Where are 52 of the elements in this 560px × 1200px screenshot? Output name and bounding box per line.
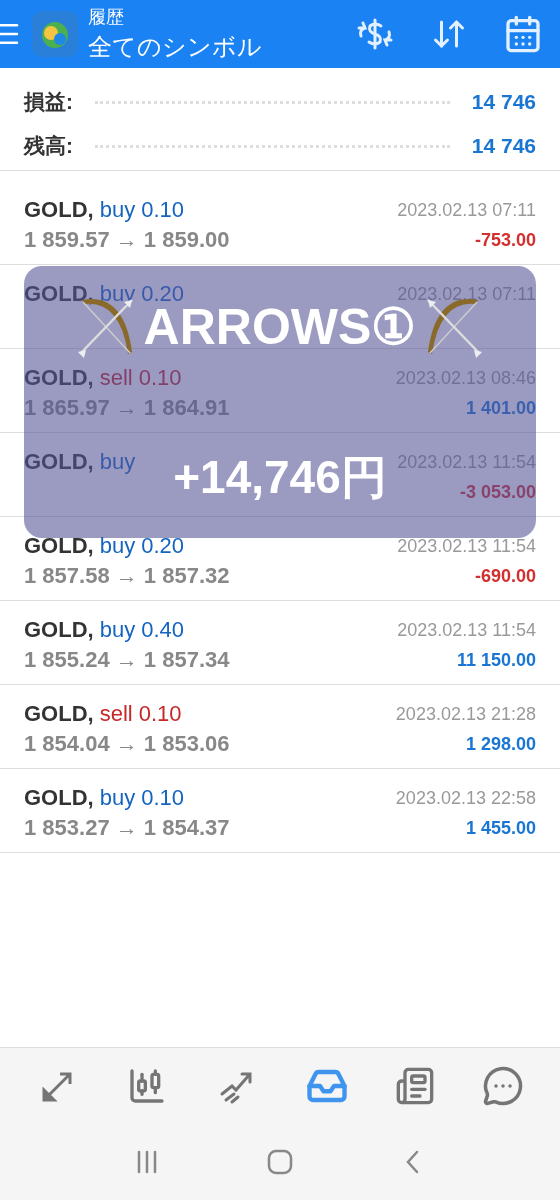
summary-label: 残高:	[24, 133, 73, 159]
deal-prices: 1 857.58 → 1 857.32	[24, 563, 230, 589]
deal-profit: -690.00	[474, 565, 536, 588]
deal-time: 2023.02.13 11:54	[397, 535, 536, 558]
deal-symbol: GOLD,	[24, 449, 94, 475]
deal-profit: 1 455.00	[465, 817, 536, 840]
deal-side: sell	[99, 701, 133, 727]
deal-time: 2023.02.13 22:58	[395, 787, 536, 810]
deal-prices: 1 855.24 → 1 857.34	[24, 647, 230, 673]
deal-symbol: GOLD,	[24, 701, 94, 727]
calendar-icon[interactable]	[503, 14, 543, 54]
deal-side: buy	[99, 617, 136, 643]
deal-volume: 0.20	[141, 533, 184, 559]
deal-time: 2023.02.13 21:28	[395, 703, 536, 726]
summary-value: 14 746	[471, 134, 536, 158]
deal-time: 2023.02.13 07:11	[397, 199, 536, 222]
deal-row[interactable]: GOLD, buy 0.40 1 855.24 → 1 857.34 2023.02.13 11:54 11 150.00	[0, 601, 560, 685]
deal-prices: 1 859.57 → 1 859.00	[24, 227, 230, 253]
deal-profit: 11 150.00	[456, 649, 536, 672]
deal-profit: -3 053.00	[459, 481, 536, 504]
overlay-amount: +14,746円	[173, 454, 387, 500]
deal-volume: 0.10	[138, 365, 182, 391]
deal-row[interactable]: GOLD, buy 0.10 1 859.57 → 1 859.00 2023.02.13 07:11 -753.00	[0, 181, 560, 265]
deal-symbol: GOLD,	[24, 785, 94, 811]
deal-prices: 1 854.04 → 1 853.06	[24, 731, 230, 757]
summary-value: 14 746	[471, 90, 536, 114]
deal-row[interactable]: GOLD, sell 0.10 1 854.04 → 1 853.06 2023.02.13 21:28 1 298.00	[0, 685, 560, 769]
deal-profit: 1 401.00	[465, 397, 536, 420]
deal-side: buy	[99, 197, 136, 223]
deal-row[interactable]: GOLD, buy 0.20 1 857.58 → 1 857.32 2023.02.13 11:54 -690.00	[0, 517, 560, 601]
deal-side: buy	[99, 533, 136, 559]
screen-title: 履歴	[88, 6, 125, 29]
deal-symbol: GOLD,	[24, 197, 94, 223]
deal-side: buy	[99, 449, 136, 475]
deal-volume: 0.10	[141, 197, 184, 223]
summary-label: 損益:	[24, 89, 73, 115]
deal-profit: -753.00	[474, 229, 536, 252]
deal-volume: 0.40	[141, 617, 184, 643]
deal-volume: 0.10	[141, 785, 184, 811]
deal-side: buy	[99, 785, 136, 811]
deal-profit: 1 298.00	[465, 733, 536, 756]
deal-symbol: GOLD,	[24, 281, 94, 307]
deal-side: sell	[99, 365, 133, 391]
app-logo-icon[interactable]	[32, 11, 78, 57]
deal-volume: 0.10	[138, 701, 182, 727]
deal-symbol: GOLD,	[24, 365, 94, 391]
deal-time: 2023.02.13 11:54	[397, 619, 536, 642]
deal-prices: 1 853.27 → 1 854.37	[24, 815, 230, 841]
deal-symbol: GOLD,	[24, 533, 94, 559]
deal-row[interactable]: GOLD, buy 0.10 1 853.27 → 1 854.37 2023.02.13 22:58 1 455.00	[0, 769, 560, 853]
symbol-filter[interactable]: 全てのシンボル	[88, 31, 324, 63]
deal-symbol: GOLD,	[24, 617, 94, 643]
